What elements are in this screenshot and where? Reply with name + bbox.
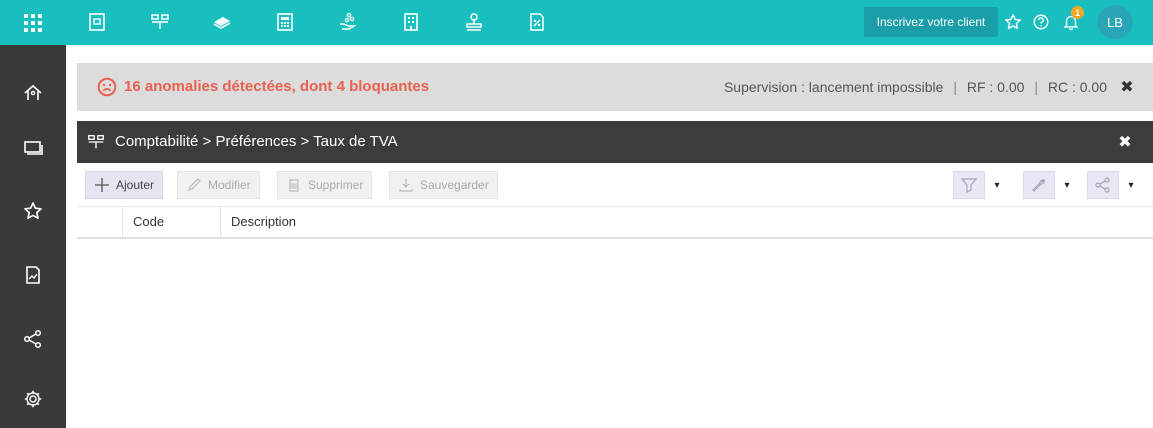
supervision-value: lancement impossible [808, 79, 944, 95]
sidebar [0, 45, 66, 428]
sidebar-item-share[interactable] [18, 324, 48, 354]
org-chart-icon [151, 14, 169, 29]
anomalies-alert: 16 anomalies détectées, dont 4 bloquante… [77, 63, 1153, 111]
org-chart-icon [88, 135, 104, 149]
tools-menu[interactable]: ▾ [1023, 171, 1079, 199]
alert-close-button[interactable]: ✖ [1117, 77, 1137, 97]
share-icon [23, 329, 42, 349]
download-icon [399, 179, 413, 192]
star-icon [24, 202, 42, 219]
panel-header: Comptabilité > Préférences > Taux de TVA… [77, 121, 1153, 163]
calculator-button[interactable] [270, 7, 300, 37]
save-button-label: Sauvegarder [420, 178, 489, 192]
home-icon [24, 84, 42, 100]
favorites-button[interactable] [1000, 8, 1026, 36]
org-chart-button[interactable] [145, 7, 175, 37]
chart-doc-icon [26, 266, 40, 284]
hand-coins-button[interactable] [333, 7, 363, 37]
avatar[interactable]: LB [1097, 5, 1133, 39]
percent-doc-button[interactable] [522, 7, 552, 37]
star-icon [1005, 14, 1021, 30]
filter-button[interactable] [953, 171, 985, 199]
separator: | [1034, 79, 1038, 95]
sidebar-item-home[interactable] [18, 78, 48, 108]
register-client-button[interactable]: Inscrivez votre client [864, 7, 998, 37]
building-button[interactable] [396, 7, 426, 37]
edit-button[interactable]: Modifier [177, 171, 260, 199]
tools-button[interactable] [1023, 171, 1055, 199]
share-icon [1095, 177, 1110, 193]
breadcrumb: Comptabilité > Préférences > Taux de TVA [115, 133, 398, 150]
edit-button-label: Modifier [208, 178, 251, 192]
tools-dropdown[interactable]: ▾ [1055, 171, 1079, 199]
notification-badge: 1 [1071, 6, 1084, 19]
top-bar: Inscrivez votre client 1 LB [0, 0, 1153, 45]
sidebar-item-favorites[interactable] [18, 196, 48, 226]
save-button[interactable]: Sauvegarder [389, 171, 498, 199]
share-button[interactable] [1087, 171, 1119, 199]
stamp-icon [466, 13, 482, 31]
supervision-status: Supervision : lancement impossible | RF … [724, 63, 1107, 111]
windows-icon [24, 141, 43, 155]
document-button[interactable] [82, 7, 112, 37]
filter-dropdown[interactable]: ▾ [985, 171, 1009, 199]
rf-value: RF : 0.00 [966, 79, 1025, 95]
toolbar: Ajouter Modifier Supprimer Sauvegarder ▾… [77, 163, 1153, 207]
calculator-icon [277, 13, 293, 31]
trash-icon [289, 179, 299, 192]
help-button[interactable] [1028, 8, 1054, 36]
supervision-label: Supervision : [723, 79, 805, 95]
settings-icon [24, 390, 42, 408]
apps-grid-button[interactable] [0, 0, 66, 45]
money-stack-icon [213, 17, 231, 29]
add-button[interactable]: Ajouter [85, 171, 164, 199]
pencil-icon [188, 178, 201, 191]
anomalies-message[interactable]: 16 anomalies détectées, dont 4 bloquante… [124, 63, 429, 111]
document-icon [89, 13, 105, 31]
sad-face-icon [97, 77, 117, 97]
rc-value: RC : 0.00 [1047, 79, 1107, 95]
money-button[interactable] [207, 7, 237, 37]
table-header: Code Description [77, 207, 1153, 239]
stamp-button[interactable] [459, 7, 489, 37]
filter-icon [961, 178, 977, 193]
delete-button[interactable]: Supprimer [277, 171, 373, 199]
column-header-code[interactable]: Code [122, 207, 220, 237]
help-icon [1033, 14, 1049, 30]
panel-close-button[interactable]: ✖ [1115, 132, 1135, 152]
share-dropdown[interactable]: ▾ [1119, 171, 1143, 199]
hand-coins-icon [340, 12, 357, 30]
wrench-icon [1032, 178, 1046, 192]
percent-doc-icon [530, 13, 544, 31]
building-icon [404, 13, 418, 31]
separator: | [953, 79, 957, 95]
sidebar-item-reports[interactable] [18, 260, 48, 290]
notifications-button[interactable]: 1 [1058, 6, 1084, 36]
plus-icon [95, 178, 109, 192]
apps-grid-icon [24, 13, 42, 32]
sidebar-item-windows[interactable] [18, 132, 48, 162]
delete-button-label: Supprimer [308, 178, 364, 192]
column-header-description[interactable]: Description [220, 207, 1153, 237]
share-menu[interactable]: ▾ [1087, 171, 1143, 199]
filter-menu[interactable]: ▾ [953, 171, 1009, 199]
sidebar-item-settings[interactable] [18, 384, 48, 414]
add-button-label: Ajouter [116, 178, 155, 192]
